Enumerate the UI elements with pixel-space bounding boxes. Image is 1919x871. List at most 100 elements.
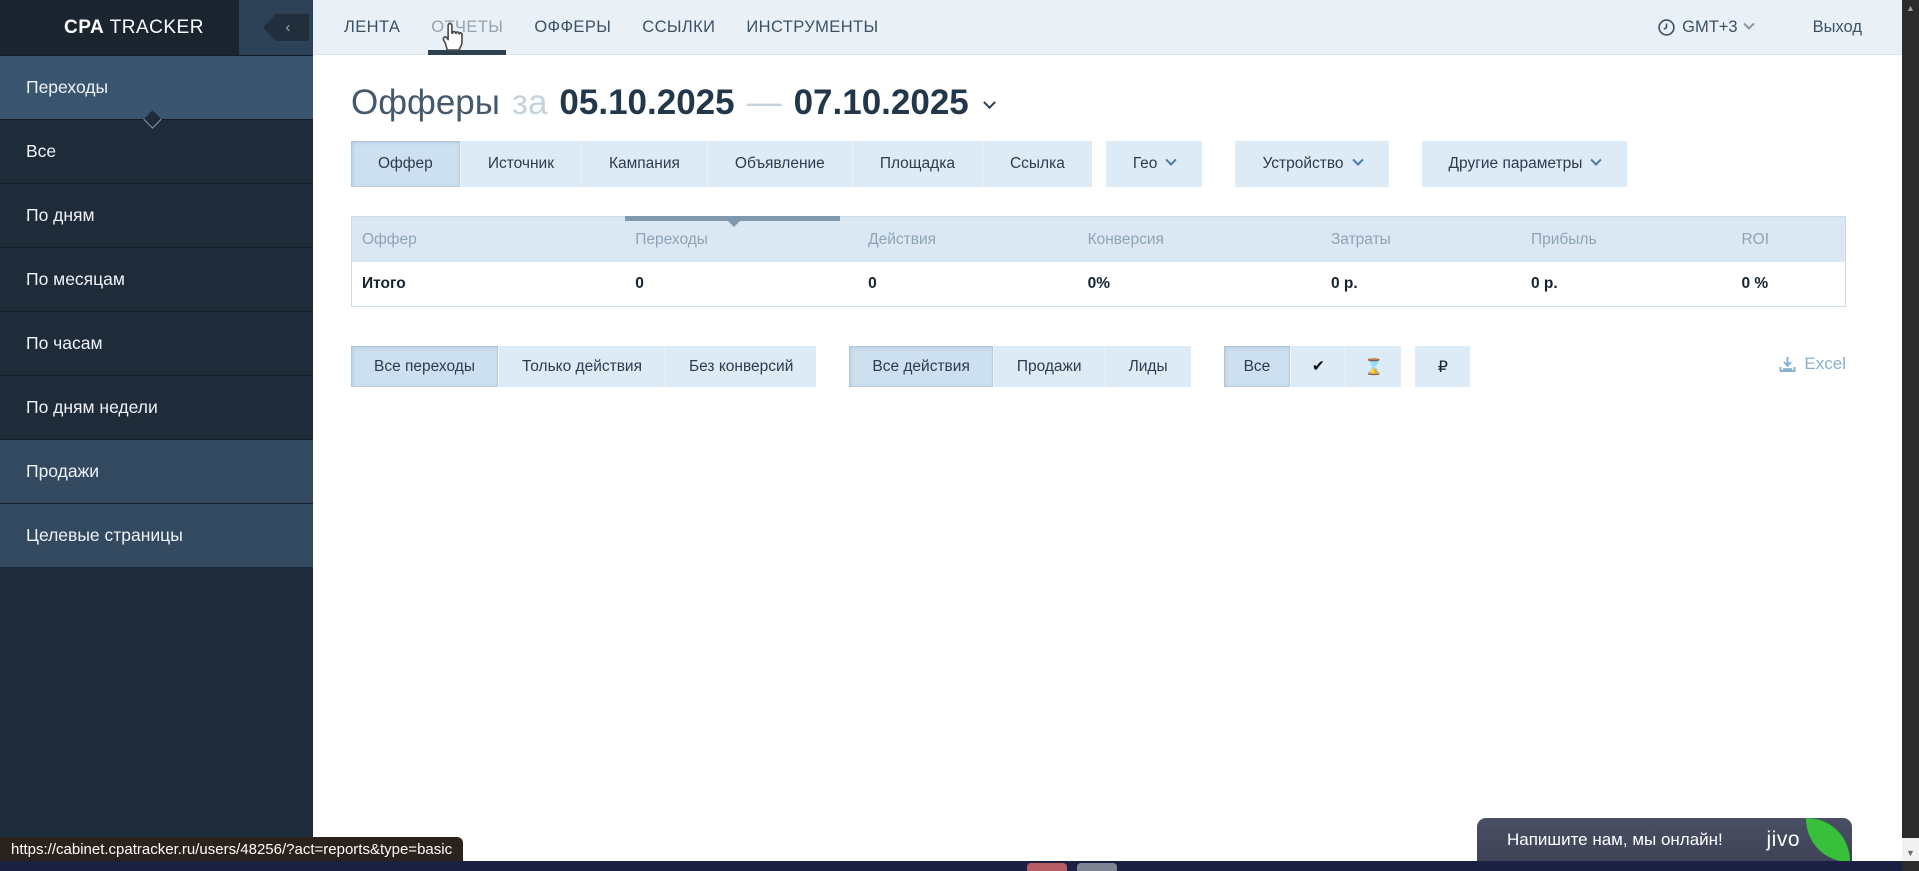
filters-row: Все переходы Только действия Без конверс… <box>351 346 1846 387</box>
taskbar-item-gray <box>1077 863 1117 871</box>
tab-ploshchadka[interactable]: Площадка <box>853 141 983 187</box>
table-total-row: Итого 0 0 0% 0 р. 0 р. 0 % <box>352 262 1845 306</box>
filter-bez-konversiy[interactable]: Без конверсий <box>666 346 816 387</box>
filter-status-vse[interactable]: Все <box>1224 346 1292 387</box>
dropdown-ustroystvo[interactable]: Устройство <box>1235 141 1388 187</box>
sidebar-item-po-dnyam-nedeli[interactable]: По дням недели <box>0 375 313 439</box>
column-header-pribyl[interactable]: Прибыль <box>1521 217 1732 262</box>
sidebar-item-perehody[interactable]: Переходы <box>0 55 313 119</box>
status-url: https://cabinet.cpatracker.ru/users/4825… <box>11 841 452 858</box>
nav-item-ssylki[interactable]: ССЫЛКИ <box>642 0 715 55</box>
filter-status-confirmed[interactable]: ✔ <box>1291 346 1346 387</box>
scroll-down-icon[interactable]: ▼ <box>1902 848 1919 858</box>
column-header-konversiya[interactable]: Конверсия <box>1078 217 1321 262</box>
sidebar-header: CPA TRACKER ‹ <box>0 0 313 55</box>
sidebar-item-label: Целевые страницы <box>26 525 183 546</box>
dropdown-label: Другие параметры <box>1449 155 1583 173</box>
excel-label: Excel <box>1804 354 1846 374</box>
chevron-down-icon <box>1743 19 1754 30</box>
column-header-offer[interactable]: Оффер <box>352 217 625 262</box>
sidebar-item-celevye-stranicy[interactable]: Целевые страницы <box>0 503 313 567</box>
nav-item-lenta[interactable]: ЛЕНТА <box>344 0 400 55</box>
dropdown-label: Устройство <box>1262 155 1343 173</box>
scroll-up-icon[interactable]: ▲ <box>1902 3 1919 13</box>
date-to[interactable]: 07.10.2025 <box>794 83 969 123</box>
nav-item-otchety[interactable]: ОТЧЕТЫ <box>431 0 503 55</box>
tab-istochnik[interactable]: Источник <box>461 141 582 187</box>
sidebar-item-po-mesyacam[interactable]: По месяцам <box>0 247 313 311</box>
column-header-label: Прибыль <box>1531 231 1597 249</box>
filter-prodazhi[interactable]: Продажи <box>994 346 1106 387</box>
date-dash: — <box>747 83 782 123</box>
sidebar-item-label: По месяцам <box>26 269 125 290</box>
column-header-label: Действия <box>868 231 936 249</box>
app-logo: CPA TRACKER <box>64 17 204 39</box>
sidebar-item-label: По дням <box>26 205 95 226</box>
total-profit: 0 р. <box>1521 275 1732 293</box>
total-actions: 0 <box>858 275 1077 293</box>
report-table: Оффер Переходы Действия Конверсия Затрат… <box>351 216 1846 307</box>
taskbar-edge <box>0 861 1919 871</box>
collapse-chevron-icon: ‹ <box>286 20 291 35</box>
filter-vse-deystviya[interactable]: Все действия <box>849 346 993 387</box>
tab-offer[interactable]: Оффер <box>351 141 461 187</box>
chevron-down-icon <box>1166 154 1177 165</box>
app-window: CPA TRACKER ‹ Переходы Все По дням По ме… <box>0 0 1919 871</box>
taskbar-item-red <box>1027 863 1067 871</box>
filter-currency-ruble[interactable]: ₽ <box>1415 346 1470 387</box>
column-header-label: Переходы <box>635 231 708 249</box>
sidebar-item-vse[interactable]: Все <box>0 119 313 183</box>
tab-ssylka[interactable]: Ссылка <box>983 141 1092 187</box>
filter-lidy[interactable]: Лиды <box>1106 346 1191 387</box>
tab-obyavlenie[interactable]: Объявление <box>708 141 853 187</box>
chat-message: Напишите нам, мы онлайн! <box>1507 830 1723 850</box>
sidebar-item-po-dnyam[interactable]: По дням <box>0 183 313 247</box>
nav-item-offery[interactable]: ОФФЕРЫ <box>534 0 611 55</box>
app-logo-bold: CPA <box>64 17 104 38</box>
column-header-perehody[interactable]: Переходы <box>625 217 858 262</box>
filter-vse-perehody[interactable]: Все переходы <box>351 346 499 387</box>
sidebar: CPA TRACKER ‹ Переходы Все По дням По ме… <box>0 0 313 871</box>
total-label: Итого <box>352 275 625 293</box>
dimension-tab-group: Оффер Источник Кампания Объявление Площа… <box>351 141 1092 187</box>
column-header-roi[interactable]: ROI <box>1731 217 1844 262</box>
filter-status-pending[interactable]: ⌛ <box>1346 346 1401 387</box>
column-header-zatraty[interactable]: Затраты <box>1321 217 1521 262</box>
filter-tolko-deystviya[interactable]: Только действия <box>499 346 666 387</box>
check-icon: ✔ <box>1312 357 1325 376</box>
page-title: Офферы за 05.10.2025 — 07.10.2025 <box>351 83 1846 123</box>
chevron-down-icon <box>1352 154 1363 165</box>
sidebar-item-label: Переходы <box>26 77 108 98</box>
download-icon <box>1779 356 1796 373</box>
dropdown-drugie-parametry[interactable]: Другие параметры <box>1422 141 1628 187</box>
tab-kampaniya[interactable]: Кампания <box>582 141 708 187</box>
total-clicks: 0 <box>625 275 858 293</box>
dropdown-label: Гео <box>1133 155 1158 173</box>
date-from[interactable]: 05.10.2025 <box>559 83 734 123</box>
ruble-icon: ₽ <box>1438 357 1448 377</box>
total-costs: 0 р. <box>1321 275 1521 293</box>
column-header-deystviya[interactable]: Действия <box>858 217 1077 262</box>
date-range-chevron-icon[interactable] <box>983 96 996 109</box>
sidebar-item-label: По часам <box>26 333 103 354</box>
sidebar-item-label: По дням недели <box>26 397 158 418</box>
total-conversion: 0% <box>1078 275 1321 293</box>
report-preposition: за <box>512 83 548 123</box>
logout-link[interactable]: Выход <box>1813 18 1862 37</box>
timezone-label: GMT+3 <box>1682 18 1737 37</box>
actions-filter-group: Все действия Продажи Лиды <box>849 346 1190 387</box>
traffic-filter-group: Все переходы Только действия Без конверс… <box>351 346 816 387</box>
scrollbar-bottom-track[interactable]: ▼ <box>1902 838 1919 861</box>
column-header-label: Конверсия <box>1088 231 1164 249</box>
sidebar-item-po-chasam[interactable]: По часам <box>0 311 313 375</box>
sort-direction-icon <box>728 221 740 227</box>
sidebar-item-prodazhi[interactable]: Продажи <box>0 439 313 503</box>
timezone-selector[interactable]: GMT+3 <box>1658 18 1752 37</box>
nav-item-instrumenty[interactable]: ИНСТРУМЕНТЫ <box>746 0 878 55</box>
hourglass-icon: ⌛ <box>1364 358 1383 376</box>
dropdown-geo[interactable]: Гео <box>1106 141 1203 187</box>
sidebar-item-label: Продажи <box>26 461 99 482</box>
chat-widget[interactable]: Напишите нам, мы онлайн! jivo <box>1477 818 1852 861</box>
excel-export-link[interactable]: Excel <box>1779 354 1846 374</box>
vertical-scrollbar[interactable]: ▲ ▼ <box>1902 0 1919 871</box>
